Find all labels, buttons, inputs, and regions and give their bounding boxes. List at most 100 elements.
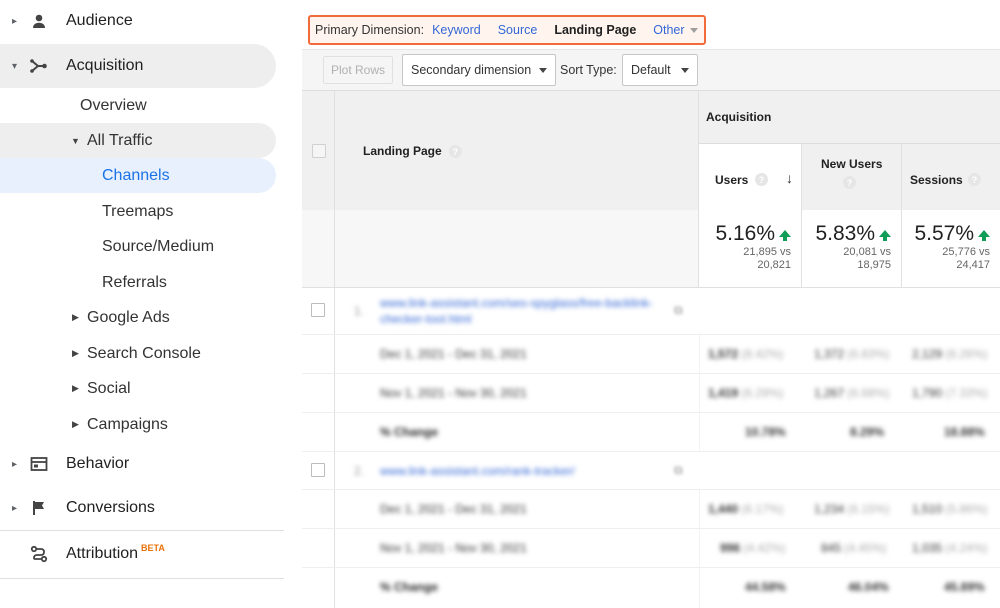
nav-google-ads[interactable]: ▶ Google Ads	[0, 300, 276, 335]
popout-icon[interactable]: ⧉	[674, 463, 683, 478]
nav-attribution[interactable]: Attribution BETA	[0, 533, 276, 575]
sessions-share: (4.24%)	[945, 541, 988, 555]
new-users-count: 1,267	[814, 386, 845, 400]
select-column	[302, 452, 335, 489]
divider	[0, 530, 284, 531]
sessions-change: 45.89%	[944, 580, 985, 594]
nav-overview[interactable]: Overview	[0, 88, 276, 123]
sessions-count: 1,035	[912, 541, 943, 555]
users-compare-line2: 20,821	[757, 259, 791, 271]
summary-users: 5.16% 21,895 vs 20,821	[699, 210, 802, 287]
new-users-column-header[interactable]: New Users ?	[802, 144, 902, 211]
new-users-header-label: New Users	[821, 157, 883, 171]
users-share: (8.42%)	[741, 347, 784, 361]
nav-all-traffic[interactable]: ▼ All Traffic	[0, 123, 276, 158]
sessions-column-header[interactable]: Sessions ?	[902, 144, 1000, 211]
new-users-value: 845 (4.45%)	[821, 541, 886, 555]
sessions-change-pct: 5.57%	[914, 222, 974, 245]
select-column	[302, 529, 335, 567]
sessions-count: 1,510	[912, 502, 943, 516]
nav-campaigns[interactable]: ▶ Campaigns	[0, 407, 276, 442]
help-icon[interactable]: ?	[843, 176, 856, 189]
dimension-keyword-link[interactable]: Keyword	[432, 23, 481, 37]
nav-conversions[interactable]: ▸ Conversions	[0, 487, 276, 529]
new-users-share: (6.15%)	[847, 502, 890, 516]
users-share: (6.29%)	[741, 386, 784, 400]
dimension-other-dropdown[interactable]: Other	[653, 23, 697, 37]
help-icon[interactable]: ?	[448, 145, 462, 159]
divider	[0, 578, 284, 579]
triangle-right-icon: ▶	[72, 383, 79, 393]
sessions-count: 2,129	[912, 347, 943, 361]
select-column	[302, 335, 335, 373]
users-count: 996	[720, 541, 741, 555]
select-column	[302, 210, 335, 287]
sort-type-value: Default	[631, 63, 671, 77]
select-column	[302, 91, 335, 211]
date-range: Dec 1, 2021 - Dec 31, 2021	[380, 347, 527, 361]
nav-behavior[interactable]: ▸ Behavior	[0, 443, 276, 485]
nav-channels[interactable]: Channels	[0, 158, 276, 193]
new-users-compare-line1: 20,081 vs	[843, 246, 891, 258]
nav-search-console[interactable]: ▶ Search Console	[0, 336, 276, 371]
landing-page-link[interactable]: www.link-assistant.com/rank-tracker/	[380, 463, 680, 479]
nav-audience[interactable]: ▸ Audience	[0, 0, 276, 42]
users-column-header[interactable]: Users ? ↓	[699, 144, 802, 211]
nav-campaigns-label: Campaigns	[87, 415, 168, 433]
dimension-source-link[interactable]: Source	[498, 23, 538, 37]
select-all-checkbox[interactable]	[312, 144, 326, 158]
column-divider	[699, 529, 700, 567]
table-row: % Change 10.78% 8.29% 18.88%	[302, 413, 1000, 452]
help-icon[interactable]: ?	[755, 173, 768, 186]
dimension-landing-page[interactable]: Landing Page	[554, 23, 636, 37]
popout-icon[interactable]: ⧉	[674, 303, 683, 318]
column-divider	[699, 413, 700, 451]
landing-page-header[interactable]: Landing Page?	[363, 144, 462, 159]
row-checkbox[interactable]	[311, 303, 325, 317]
table-row: % Change 44.58% 46.04% 45.89%	[302, 568, 1000, 608]
report-main: Primary Dimension: Keyword Source Landin…	[302, 0, 1000, 608]
arrow-up-icon	[978, 230, 990, 241]
sessions-header-label: Sessions	[910, 173, 963, 187]
sidebar-nav: ▸ Audience ▾ Acquisition Overview ▼ All …	[0, 0, 302, 606]
nav-social-label: Social	[87, 379, 131, 397]
secondary-dimension-label: Secondary dimension	[411, 63, 532, 77]
users-value: 1,440 (6.17%)	[708, 502, 783, 516]
sort-type-dropdown[interactable]: Default	[622, 54, 698, 86]
plot-rows-button[interactable]: Plot Rows	[323, 56, 393, 84]
nav-source-medium[interactable]: Source/Medium	[0, 229, 276, 264]
sessions-count: 1,790	[912, 386, 943, 400]
nav-treemaps[interactable]: Treemaps	[0, 194, 276, 229]
sessions-compare-line2: 24,417	[956, 259, 990, 271]
select-column	[302, 490, 335, 528]
nav-acquisition-label: Acquisition	[66, 57, 144, 74]
new-users-share: (4.45%)	[844, 541, 887, 555]
nav-conversions-label: Conversions	[66, 499, 155, 516]
nav-acquisition[interactable]: ▾ Acquisition	[0, 44, 276, 88]
secondary-dimension-dropdown[interactable]: Secondary dimension	[402, 54, 556, 86]
caret-right-icon: ▸	[12, 15, 18, 27]
nav-source-medium-label: Source/Medium	[102, 237, 215, 255]
triangle-right-icon: ▶	[72, 348, 79, 358]
sessions-value: 1,035 (4.24%)	[912, 541, 987, 555]
nav-social[interactable]: ▶ Social	[0, 371, 276, 406]
primary-dimension-bar: Primary Dimension: Keyword Source Landin…	[308, 15, 706, 45]
sessions-value: 2,129 (8.26%)	[912, 347, 987, 361]
nav-search-console-label: Search Console	[87, 344, 201, 362]
users-change-pct: 5.16%	[715, 222, 775, 245]
caret-right-icon: ▸	[12, 458, 18, 470]
new-users-value: 1,372 (6.83%)	[814, 347, 889, 361]
sessions-value: 1,510 (5.86%)	[912, 502, 987, 516]
help-icon[interactable]: ?	[968, 173, 981, 186]
new-users-change: 8.29%	[850, 425, 885, 439]
table-row: Dec 1, 2021 - Dec 31, 2021 1,572 (8.42%)…	[302, 335, 1000, 374]
users-share: (4.42%)	[743, 541, 786, 555]
landing-page-link[interactable]: www.link-assistant.com/seo-spyglass/free…	[380, 295, 680, 327]
attribution-text: Attribution	[66, 545, 139, 562]
nav-referrals[interactable]: Referrals	[0, 265, 276, 300]
users-compare-line1: 21,895 vs	[743, 246, 791, 258]
sessions-share: (7.33%)	[945, 386, 988, 400]
date-range: Dec 1, 2021 - Dec 31, 2021	[380, 502, 527, 516]
row-checkbox[interactable]	[311, 463, 325, 477]
attribution-icon	[30, 545, 48, 563]
